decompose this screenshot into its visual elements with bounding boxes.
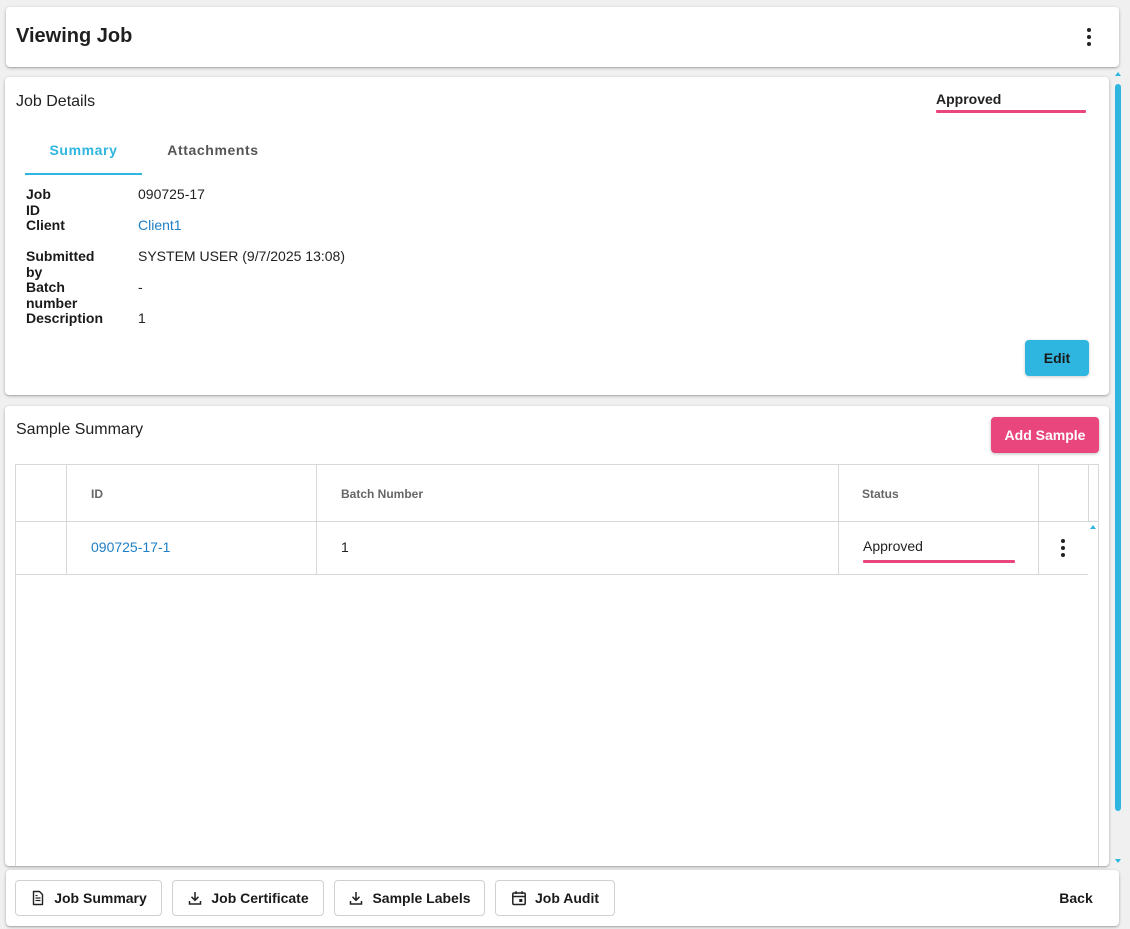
- sample-summary-title: Sample Summary: [16, 421, 144, 438]
- column-header-status[interactable]: Status: [839, 465, 1039, 521]
- document-icon: [33, 890, 44, 906]
- edit-button[interactable]: Edit: [1025, 340, 1089, 376]
- sample-status-text: Approved: [863, 538, 923, 554]
- job-certificate-button[interactable]: Job Certificate: [172, 880, 324, 916]
- scrollbar-thumb[interactable]: [1115, 84, 1121, 811]
- sample-status-underline: [863, 560, 1015, 563]
- page-title: Viewing Job: [16, 25, 133, 47]
- table-scrollbar[interactable]: [1088, 522, 1098, 867]
- description-value: 1: [138, 310, 146, 326]
- scroll-up-arrow-icon[interactable]: [1115, 72, 1121, 76]
- row-select-cell: [16, 522, 67, 574]
- scroll-up-arrow-icon[interactable]: [1090, 525, 1096, 529]
- job-status-underline: [936, 110, 1086, 113]
- job-details-title: Job Details: [16, 93, 96, 110]
- field-label: Batch number: [26, 279, 78, 311]
- row-id-cell: 090725-17-1: [67, 522, 317, 574]
- table-row[interactable]: 090725-17-1 1 Approved: [16, 522, 1088, 575]
- job-status-badge: Approved: [936, 91, 1086, 113]
- back-button[interactable]: Back: [1046, 880, 1106, 916]
- sample-status-badge: Approved: [863, 538, 1015, 563]
- job-status-text: Approved: [936, 91, 1002, 107]
- column-header-batch-number[interactable]: Batch Number: [317, 465, 839, 521]
- tab-attachments[interactable]: Attachments: [150, 135, 276, 175]
- column-header-id[interactable]: ID: [67, 465, 317, 521]
- column-header-label: ID: [91, 487, 103, 501]
- field-label: Description: [26, 310, 104, 326]
- column-header-label: Status: [862, 487, 899, 501]
- client-link[interactable]: Client1: [138, 217, 182, 233]
- job-certificate-label: Job Certificate: [211, 890, 309, 906]
- column-header-label: Batch Number: [341, 487, 424, 501]
- actions-column-header: [1039, 465, 1089, 521]
- sample-labels-button[interactable]: Sample Labels: [334, 880, 485, 916]
- download-icon: [189, 892, 202, 905]
- table-header: ID Batch Number Status: [16, 465, 1098, 522]
- sample-batch-number: 1: [341, 539, 349, 555]
- job-details-card: Job Details Approved Summary Attachments…: [5, 77, 1109, 395]
- job-audit-button[interactable]: Job Audit: [495, 880, 615, 916]
- tab-summary[interactable]: Summary: [25, 135, 142, 175]
- submitted-by-value: SYSTEM USER (9/7/2025 13:08): [138, 248, 345, 264]
- field-label: Submitted by: [26, 248, 95, 280]
- job-id-value: 090725-17: [138, 186, 205, 202]
- add-sample-button[interactable]: Add Sample: [991, 417, 1099, 453]
- job-summary-label: Job Summary: [54, 890, 147, 906]
- field-label: Client: [26, 217, 65, 233]
- sample-summary-card: Sample Summary Add Sample ID Batch Numbe…: [5, 406, 1109, 866]
- page-scrollbar[interactable]: [1113, 72, 1123, 865]
- select-column-header: [16, 465, 67, 521]
- sample-labels-label: Sample Labels: [372, 890, 471, 906]
- more-options-icon[interactable]: [1077, 25, 1101, 49]
- row-actions-icon[interactable]: [1051, 536, 1075, 560]
- scroll-down-arrow-icon[interactable]: [1115, 859, 1121, 863]
- row-batch-cell: 1: [317, 522, 839, 574]
- sample-id-link[interactable]: 090725-17-1: [91, 539, 170, 555]
- sample-table: ID Batch Number Status 090725-17-1 1 App…: [15, 464, 1099, 866]
- field-label: Job ID: [26, 186, 51, 218]
- footer-toolbar: Job Summary Job Certificate Sample Label…: [6, 870, 1119, 926]
- batch-number-value: -: [138, 279, 143, 295]
- download-icon: [350, 892, 363, 905]
- page-header: Viewing Job: [6, 7, 1119, 67]
- job-audit-label: Job Audit: [534, 890, 600, 906]
- job-summary-button[interactable]: Job Summary: [15, 880, 162, 916]
- calendar-icon: [512, 891, 526, 906]
